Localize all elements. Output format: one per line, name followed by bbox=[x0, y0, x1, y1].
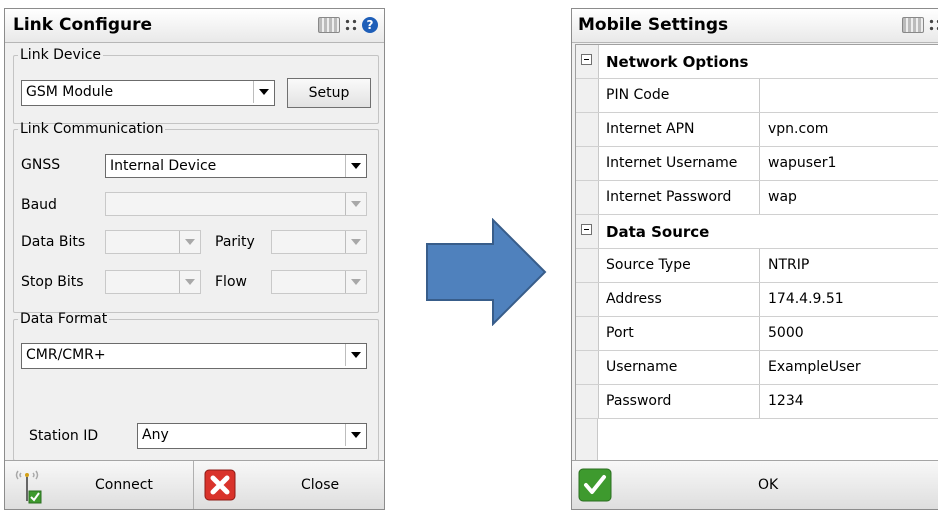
baud-label: Baud bbox=[21, 197, 57, 213]
gnss-select[interactable]: Internal Device bbox=[105, 154, 367, 178]
property-name: Internet APN bbox=[606, 121, 695, 137]
category-label: Network Options bbox=[606, 53, 749, 71]
property-value[interactable]: wapuser1 bbox=[768, 155, 836, 171]
property-name: PIN Code bbox=[606, 87, 670, 103]
help-icon[interactable]: ? bbox=[362, 17, 378, 33]
title-bar: Mobile Settings bbox=[572, 9, 938, 43]
antenna-icon bbox=[15, 470, 42, 504]
parity-select[interactable] bbox=[271, 230, 367, 254]
property-row-internet-password[interactable]: Internet Password wap bbox=[576, 181, 938, 215]
data-format-legend: Data Format bbox=[20, 311, 108, 327]
chevron-down-icon bbox=[345, 193, 366, 215]
data-bits-label: Data Bits bbox=[21, 234, 86, 250]
grid-icon[interactable] bbox=[928, 18, 938, 32]
flow-label: Flow bbox=[215, 274, 247, 290]
mobile-settings-dialog: Mobile Settings Network Options PIN Code… bbox=[571, 8, 938, 510]
property-grid: Network Options PIN Code Internet APN vp… bbox=[575, 44, 938, 469]
connect-label: Connect bbox=[95, 477, 153, 493]
category-data-source[interactable]: Data Source bbox=[576, 215, 938, 249]
chevron-down-icon bbox=[345, 344, 366, 366]
property-value[interactable]: 174.4.9.51 bbox=[768, 291, 844, 307]
station-id-select[interactable]: Any bbox=[137, 423, 367, 449]
grid-icon[interactable] bbox=[344, 18, 358, 32]
property-value[interactable]: 5000 bbox=[768, 325, 804, 341]
collapse-icon[interactable] bbox=[581, 54, 592, 65]
property-row-internet-apn[interactable]: Internet APN vpn.com bbox=[576, 113, 938, 147]
property-name: Address bbox=[606, 291, 662, 307]
dialog-title: Mobile Settings bbox=[578, 15, 729, 35]
station-id-label: Station ID bbox=[29, 428, 99, 444]
parity-label: Parity bbox=[215, 234, 255, 250]
property-value[interactable]: 1234 bbox=[768, 393, 804, 409]
property-name: Source Type bbox=[606, 257, 691, 273]
property-row-username[interactable]: Username ExampleUser bbox=[576, 351, 938, 385]
close-label: Close bbox=[301, 477, 340, 493]
chevron-down-icon bbox=[345, 155, 366, 177]
data-format-select[interactable]: CMR/CMR+ bbox=[21, 343, 367, 369]
keyboard-icon[interactable] bbox=[318, 17, 340, 33]
property-name: Internet Password bbox=[606, 189, 732, 205]
chevron-down-icon bbox=[345, 271, 366, 293]
flow-select[interactable] bbox=[271, 270, 367, 294]
right-arrow-icon bbox=[426, 218, 547, 326]
chevron-down-icon bbox=[179, 271, 200, 293]
close-icon bbox=[204, 469, 236, 501]
link-communication-legend: Link Communication bbox=[20, 121, 164, 137]
chevron-down-icon bbox=[345, 424, 366, 446]
stop-bits-label: Stop Bits bbox=[21, 274, 84, 290]
bottom-toolbar: Connect Close bbox=[5, 460, 384, 509]
gnss-value: Internal Device bbox=[110, 158, 217, 174]
close-button[interactable]: Close bbox=[194, 461, 384, 509]
chevron-down-icon bbox=[345, 231, 366, 253]
link-device-legend: Link Device bbox=[20, 47, 101, 63]
gnss-label: GNSS bbox=[21, 157, 61, 173]
baud-select[interactable] bbox=[105, 192, 367, 216]
data-format-value: CMR/CMR+ bbox=[26, 347, 106, 363]
stop-bits-select[interactable] bbox=[105, 270, 201, 294]
connect-button[interactable]: Connect bbox=[5, 461, 193, 509]
station-id-value: Any bbox=[142, 427, 169, 443]
property-value[interactable]: NTRIP bbox=[768, 257, 809, 273]
property-value[interactable]: ExampleUser bbox=[768, 359, 861, 375]
category-label: Data Source bbox=[606, 223, 710, 241]
link-device-select[interactable]: GSM Module bbox=[21, 80, 275, 106]
ok-label: OK bbox=[758, 477, 779, 493]
property-row-port[interactable]: Port 5000 bbox=[576, 317, 938, 351]
property-row-password[interactable]: Password 1234 bbox=[576, 385, 938, 419]
category-network-options[interactable]: Network Options bbox=[576, 45, 938, 79]
dialog-title: Link Configure bbox=[13, 15, 153, 35]
link-configure-dialog: Link Configure ? Link Device GSM Module … bbox=[4, 8, 385, 510]
checkmark-icon bbox=[578, 468, 612, 502]
property-row-source-type[interactable]: Source Type NTRIP bbox=[576, 249, 938, 283]
property-name: Port bbox=[606, 325, 634, 341]
property-name: Password bbox=[606, 393, 672, 409]
chevron-down-icon bbox=[179, 231, 200, 253]
data-bits-select[interactable] bbox=[105, 230, 201, 254]
collapse-icon[interactable] bbox=[581, 224, 592, 235]
property-row-internet-username[interactable]: Internet Username wapuser1 bbox=[576, 147, 938, 181]
bottom-toolbar: OK bbox=[572, 460, 938, 509]
property-value[interactable]: wap bbox=[768, 189, 797, 205]
setup-button[interactable]: Setup bbox=[287, 78, 371, 108]
link-device-value: GSM Module bbox=[26, 84, 114, 100]
property-row-address[interactable]: Address 174.4.9.51 bbox=[576, 283, 938, 317]
chevron-down-icon bbox=[253, 81, 274, 103]
property-value[interactable]: vpn.com bbox=[768, 121, 828, 137]
property-name: Internet Username bbox=[606, 155, 738, 171]
title-bar: Link Configure ? bbox=[5, 9, 384, 43]
property-name: Username bbox=[606, 359, 678, 375]
ok-button[interactable]: OK bbox=[572, 461, 938, 509]
keyboard-icon[interactable] bbox=[902, 17, 924, 33]
property-row-pin-code[interactable]: PIN Code bbox=[576, 79, 938, 113]
